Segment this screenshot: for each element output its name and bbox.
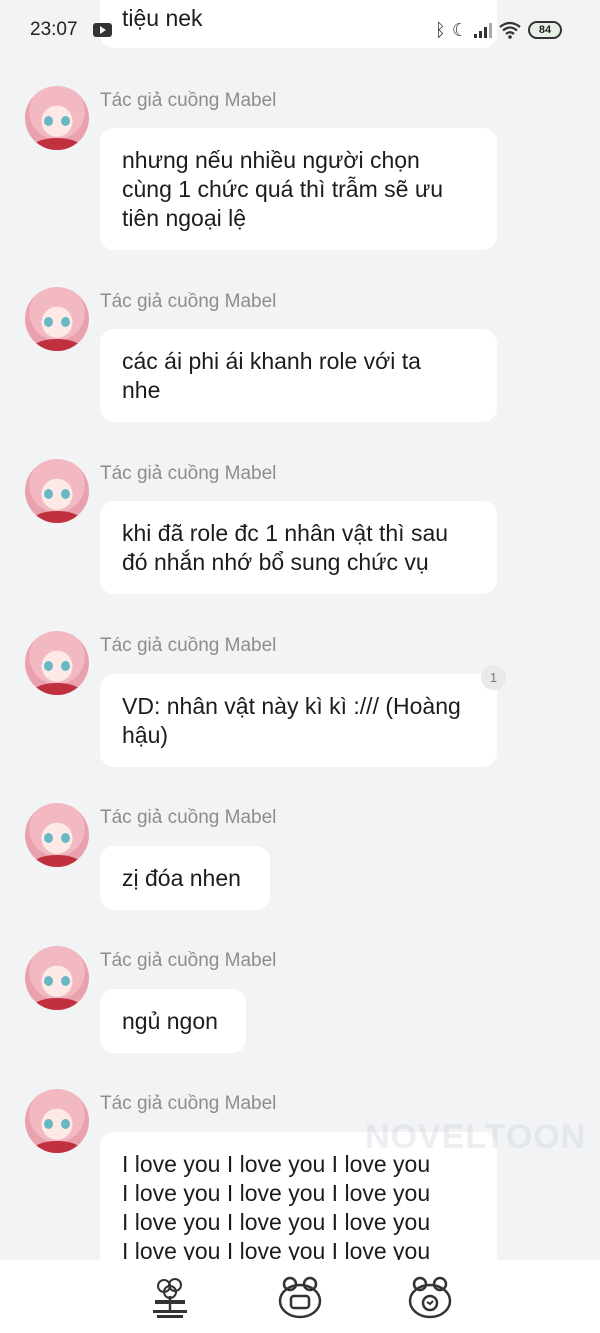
message-line: ngủ ngon [122,1008,218,1034]
author-avatar[interactable] [25,946,89,1010]
message-line: VD: nhân vật này kì kì :/// (Hoàng [122,693,461,719]
author-name: Tác giả cuồng Mabel [100,807,277,828]
message-line: cùng 1 chức quá thì trẫm sẽ ưu [122,176,444,202]
message-line: khi đã role đc 1 nhân vật thì sau [122,520,449,546]
author-avatar[interactable] [25,631,89,695]
nav-frog-chat-button[interactable] [407,1274,453,1320]
author-name: Tác giả cuồng Mabel [100,950,277,971]
message-line: I love you I love you I love you [122,1209,431,1235]
author-name: Tác giả cuồng Mabel [100,90,277,111]
message-bubble[interactable]: VD: nhân vật này kì kì :/// (Hoàng hậu) [100,674,497,767]
message-bubble[interactable]: tiệu nek [100,0,497,48]
message-line: các ái phi ái khanh role với ta [122,348,421,374]
message-bubble[interactable]: zị đóa nhen [100,846,270,910]
message-line: hậu) [122,722,169,748]
message-line: I love you I love you I love you [122,1238,431,1260]
message-line: nhe [122,377,161,403]
message-line: tiên ngoại lệ [122,205,247,231]
tree-icon [153,1278,187,1318]
author-name: Tác giả cuồng Mabel [100,635,277,656]
message-line: đó nhắn nhớ bổ sung chức vụ [122,549,429,575]
author-name: Tác giả cuồng Mabel [100,1093,277,1114]
message-text: tiệu nek [122,5,203,31]
message-bubble[interactable]: các ái phi ái khanh role với ta nhe [100,329,497,422]
read-count-badge: 1 [481,665,506,690]
author-avatar[interactable] [25,1089,89,1153]
nav-frog-tv-button[interactable] [277,1274,323,1320]
message-bubble[interactable]: ngủ ngon [100,989,246,1053]
message-bubble[interactable]: khi đã role đc 1 nhân vật thì sau đó nhắ… [100,501,497,594]
author-avatar[interactable] [25,86,89,150]
message-bubble[interactable]: I love you I love you I love you I love … [100,1132,497,1260]
author-name: Tác giả cuồng Mabel [100,291,277,312]
bottom-nav [0,1260,600,1333]
message-line: I love you I love you I love you [122,1180,431,1206]
message-line: zị đóa nhen [122,865,241,891]
author-name: Tác giả cuồng Mabel [100,463,277,484]
message-bubble[interactable]: nhưng nếu nhiều người chọn cùng 1 chức q… [100,128,497,250]
message-line: nhưng nếu nhiều người chọn [122,147,420,173]
author-avatar[interactable] [25,803,89,867]
message-line: I love you I love you I love you [122,1151,431,1177]
nav-tree-button[interactable] [147,1274,193,1320]
author-avatar[interactable] [25,287,89,351]
frog-tv-icon [278,1276,322,1319]
author-avatar[interactable] [25,459,89,523]
frog-chat-icon [408,1276,452,1319]
chat-list[interactable]: tiệu nek Tác giả cuồng Mabel nhưng nếu n… [0,0,600,1260]
